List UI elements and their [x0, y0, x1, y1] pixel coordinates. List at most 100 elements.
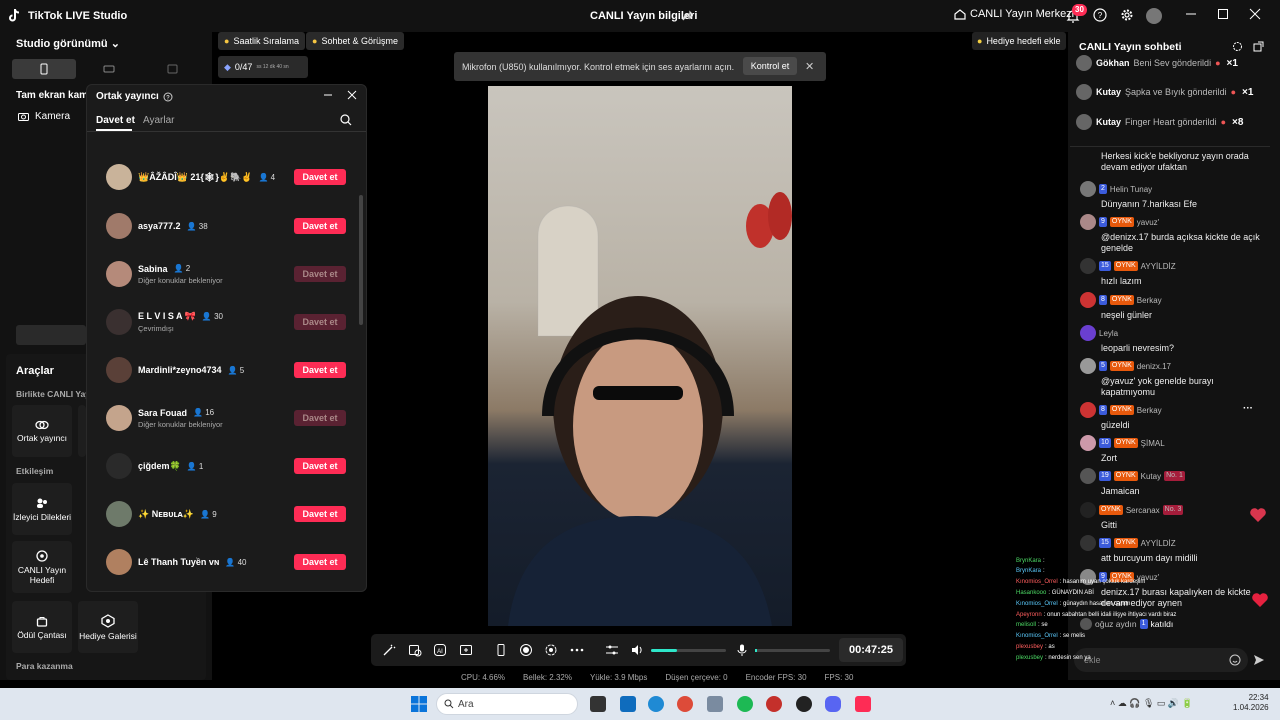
- tiktok-live-icon[interactable]: [855, 696, 871, 712]
- microphone-icon[interactable]: [735, 643, 749, 657]
- phone-icon[interactable]: [494, 643, 508, 657]
- invite-name: Lê Thanh Tuyền ᴠɴ 👤 40: [138, 557, 246, 567]
- windows-start-icon[interactable]: [411, 696, 427, 712]
- fan-club-badge: OYNK: [1113, 438, 1138, 448]
- gift-gallery-tool[interactable]: Hediye Galerisi: [78, 601, 138, 653]
- speaker-volume-slider[interactable]: [651, 649, 726, 652]
- minimize-dialog-icon[interactable]: [323, 90, 333, 100]
- invite-button[interactable]: Davet et: [294, 506, 346, 522]
- avatar: [1080, 214, 1096, 230]
- live-center-button[interactable]: CANLI Yayın Merkezi: [954, 8, 1074, 20]
- message-user[interactable]: yavuz': [1137, 218, 1159, 227]
- message-user[interactable]: AYYİLDİZ: [1141, 539, 1176, 548]
- effects-icon[interactable]: [408, 643, 422, 657]
- invite-button[interactable]: Davet et: [294, 362, 346, 378]
- gear-icon[interactable]: [1120, 8, 1136, 24]
- more-icon[interactable]: [570, 643, 584, 657]
- tool-card-partial[interactable]: [78, 405, 86, 457]
- tab-settings[interactable]: Ayarlar: [143, 115, 175, 126]
- settings-app-icon[interactable]: [707, 696, 723, 712]
- portrait-view-button[interactable]: [12, 59, 76, 79]
- message-user[interactable]: Leyla: [1099, 329, 1118, 338]
- invite-button[interactable]: Davet et: [294, 169, 346, 185]
- dual-view-button[interactable]: [142, 59, 204, 79]
- avatar: [1080, 618, 1092, 630]
- outlook-icon[interactable]: [620, 696, 636, 712]
- toast-close-icon[interactable]: ✕: [805, 60, 814, 73]
- mic-volume-slider[interactable]: [755, 649, 830, 652]
- discord-icon[interactable]: [825, 696, 841, 712]
- message-user[interactable]: Berkay: [1137, 406, 1162, 415]
- record-icon[interactable]: [519, 643, 533, 657]
- edge-icon[interactable]: [648, 696, 664, 712]
- chat-settings-icon[interactable]: [1232, 41, 1243, 52]
- gift-notice: Kutay Finger Heart gönderildi ● ×8: [1076, 111, 1243, 133]
- scrollbar[interactable]: [359, 195, 363, 325]
- studio-view-dropdown[interactable]: Studio görünümü ⌄: [16, 37, 120, 50]
- message-user[interactable]: Helin Tunay: [1110, 185, 1152, 194]
- mixer-icon[interactable]: [605, 643, 619, 657]
- message-user[interactable]: ŞİMAL: [1141, 439, 1165, 448]
- viewer-wishes-tool[interactable]: İzleyici Dilekleri: [12, 483, 72, 535]
- check-button[interactable]: Kontrol et: [743, 57, 797, 75]
- add-gift-goal-button[interactable]: ● Hediye hedefi ekle: [972, 32, 1066, 50]
- task-view-icon[interactable]: [590, 696, 606, 712]
- message-user[interactable]: Berkay: [1137, 296, 1162, 305]
- chat-meeting-button[interactable]: ● Sohbet & Görüşme: [306, 32, 404, 50]
- section-earn: Para kazanma: [16, 661, 73, 671]
- camera-source[interactable]: Kamera: [18, 111, 70, 122]
- cohost-tool[interactable]: Ortak yayıncı: [12, 405, 72, 457]
- add-source-button[interactable]: [16, 325, 86, 345]
- send-icon[interactable]: [1253, 654, 1265, 666]
- emoji-icon[interactable]: [1229, 654, 1241, 666]
- video-preview[interactable]: [488, 86, 792, 626]
- live-goal-tool[interactable]: CANLI Yayın Hedefi: [12, 541, 72, 593]
- memory-stat: Bellek: 2.32%: [523, 673, 572, 682]
- invite-button[interactable]: Davet et: [294, 218, 346, 234]
- invite-button[interactable]: Davet et: [294, 266, 346, 282]
- popout-icon[interactable]: [1253, 41, 1264, 52]
- overlay-user: Apeyronn: [1016, 612, 1042, 618]
- link-icon: [35, 420, 49, 430]
- replay-icon[interactable]: [544, 643, 558, 657]
- invite-info: Sabina 👤 2 Diğer konuklar bekleniyor: [132, 264, 223, 285]
- invite-button[interactable]: Davet et: [294, 458, 346, 474]
- profile-avatar[interactable]: [1146, 8, 1162, 24]
- chrome-icon[interactable]: [677, 696, 693, 712]
- steam-icon[interactable]: [796, 696, 812, 712]
- spotify-icon[interactable]: [737, 696, 753, 712]
- invite-button[interactable]: Davet et: [294, 410, 346, 426]
- reward-bag-tool[interactable]: Ödül Çantası: [12, 601, 72, 653]
- invite-info: Lê Thanh Tuyền ᴠɴ 👤 40: [132, 557, 246, 567]
- media-player-icon[interactable]: [766, 696, 782, 712]
- help-icon[interactable]: ?: [163, 92, 173, 102]
- close-icon[interactable]: [1249, 8, 1265, 24]
- message-user[interactable]: Sercanax: [1126, 506, 1160, 515]
- message-user[interactable]: Kutay: [1141, 472, 1161, 481]
- share-icon[interactable]: [681, 10, 693, 22]
- search-icon[interactable]: [340, 114, 352, 126]
- add-media-icon[interactable]: [459, 643, 473, 657]
- minimize-icon[interactable]: [1185, 8, 1201, 24]
- help-icon[interactable]: ?: [1093, 8, 1109, 24]
- invite-button[interactable]: Davet et: [294, 554, 346, 570]
- tab-invite[interactable]: Davet et: [96, 115, 135, 126]
- message-user[interactable]: AYYİLDİZ: [1141, 262, 1176, 271]
- speaker-icon[interactable]: [630, 643, 644, 657]
- chat-bubble-icon: ●: [312, 36, 318, 46]
- goal-counter[interactable]: ◆ 0/47 ss 12 dk 40 sn: [218, 56, 308, 78]
- message-more-icon[interactable]: ···: [1243, 403, 1253, 414]
- message-user[interactable]: denizx.17: [1137, 362, 1171, 371]
- close-dialog-icon[interactable]: [347, 90, 357, 100]
- ai-icon[interactable]: AI: [433, 643, 447, 657]
- overlay-chat-line: Apeyronn: onun sabahtan belli idali iliş…: [1016, 612, 1176, 618]
- hourly-ranking-button[interactable]: ● Saatlik Sıralama: [218, 32, 305, 50]
- follower-count: 👤 4: [258, 172, 276, 182]
- invite-button[interactable]: Davet et: [294, 314, 346, 330]
- message-header: 9 OYNK yavuz': [1080, 214, 1260, 230]
- system-tray-icons[interactable]: ˄ ☁ 🎧 🎙 ▭ 🔊 🔋: [1110, 698, 1193, 709]
- magic-wand-icon[interactable]: [382, 643, 396, 657]
- landscape-view-button[interactable]: [78, 59, 140, 79]
- maximize-icon[interactable]: [1217, 8, 1233, 24]
- cohost-title: Ortak yayıncı?: [96, 91, 173, 102]
